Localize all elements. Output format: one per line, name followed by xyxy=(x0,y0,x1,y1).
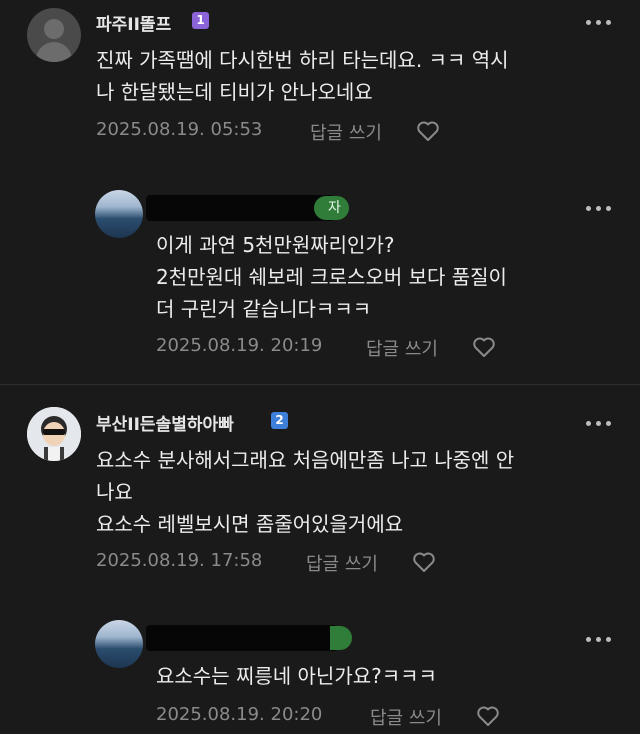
redacted-nickname xyxy=(146,625,338,651)
heart-icon[interactable] xyxy=(472,336,496,358)
level-badge: 2 xyxy=(271,412,288,429)
avatar[interactable] xyxy=(27,407,81,461)
timestamp: 2025.08.19. 05:53 xyxy=(96,119,263,140)
level-badge: 1 xyxy=(192,12,209,29)
comment-line: 요소수 레벨보시면 좀줄어있을거에요 xyxy=(96,512,404,536)
heart-icon[interactable] xyxy=(416,120,440,142)
more-options-icon[interactable] xyxy=(586,19,612,27)
heart-icon[interactable] xyxy=(412,551,436,573)
author-badge: 자 xyxy=(314,196,349,220)
reply-button[interactable]: 답글 쓰기 xyxy=(306,550,378,576)
reply-button[interactable]: 답글 쓰기 xyxy=(310,119,382,145)
redacted-nickname xyxy=(146,195,334,221)
comment-line: 요소수는 찌릉네 아닌가요?ㅋㅋㅋ xyxy=(156,664,437,688)
comment-line: 2천만원대 쉐보레 크로스오버 보다 품질이 xyxy=(156,265,507,289)
comment-line: 나요 xyxy=(96,480,133,504)
nickname[interactable]: 부산II든솔별하아빠 xyxy=(96,410,234,435)
avatar[interactable] xyxy=(95,620,143,668)
more-options-icon[interactable] xyxy=(586,420,612,428)
comment-line: 더 구린거 같습니다ㅋㅋㅋ xyxy=(156,297,372,321)
more-options-icon[interactable] xyxy=(586,205,612,213)
comment-line: 이게 과연 5천만원짜리인가? xyxy=(156,233,395,257)
child-avatar-icon xyxy=(27,407,81,461)
timestamp: 2025.08.19. 20:20 xyxy=(156,704,323,725)
heart-icon[interactable] xyxy=(476,705,500,727)
divider xyxy=(0,384,640,385)
comment-text: 요소수 분사해서그래요 처음에만좀 나고 나중엔 안 나요 요소수 레벨보시면 … xyxy=(96,444,514,540)
comment-line: 나 한달됐는데 티비가 안나오네요 xyxy=(96,80,373,104)
timestamp: 2025.08.19. 17:58 xyxy=(96,550,263,571)
comment-text: 이게 과연 5천만원짜리인가? 2천만원대 쉐보레 크로스오버 보다 품질이 더… xyxy=(156,229,507,325)
comment-text: 진짜 가족땜에 다시한번 하리 타는데요. ㅋㅋ 역시 나 한달됐는데 티비가 … xyxy=(96,44,509,108)
more-options-icon[interactable] xyxy=(586,636,612,644)
avatar[interactable] xyxy=(95,190,143,238)
timestamp: 2025.08.19. 20:19 xyxy=(156,335,323,356)
avatar[interactable] xyxy=(27,8,81,62)
nickname[interactable]: 파주II똘프 xyxy=(96,10,171,35)
reply-button[interactable]: 답글 쓰기 xyxy=(366,335,438,361)
comment-line: 요소수 분사해서그래요 처음에만좀 나고 나중엔 안 xyxy=(96,448,515,472)
comment-line: 진짜 가족땜에 다시한번 하리 타는데요. ㅋㅋ 역시 xyxy=(96,48,509,72)
reply-button[interactable]: 답글 쓰기 xyxy=(370,704,442,730)
author-badge-edge xyxy=(330,626,352,650)
comment-text: 요소수는 찌릉네 아닌가요?ㅋㅋㅋ xyxy=(156,660,437,692)
